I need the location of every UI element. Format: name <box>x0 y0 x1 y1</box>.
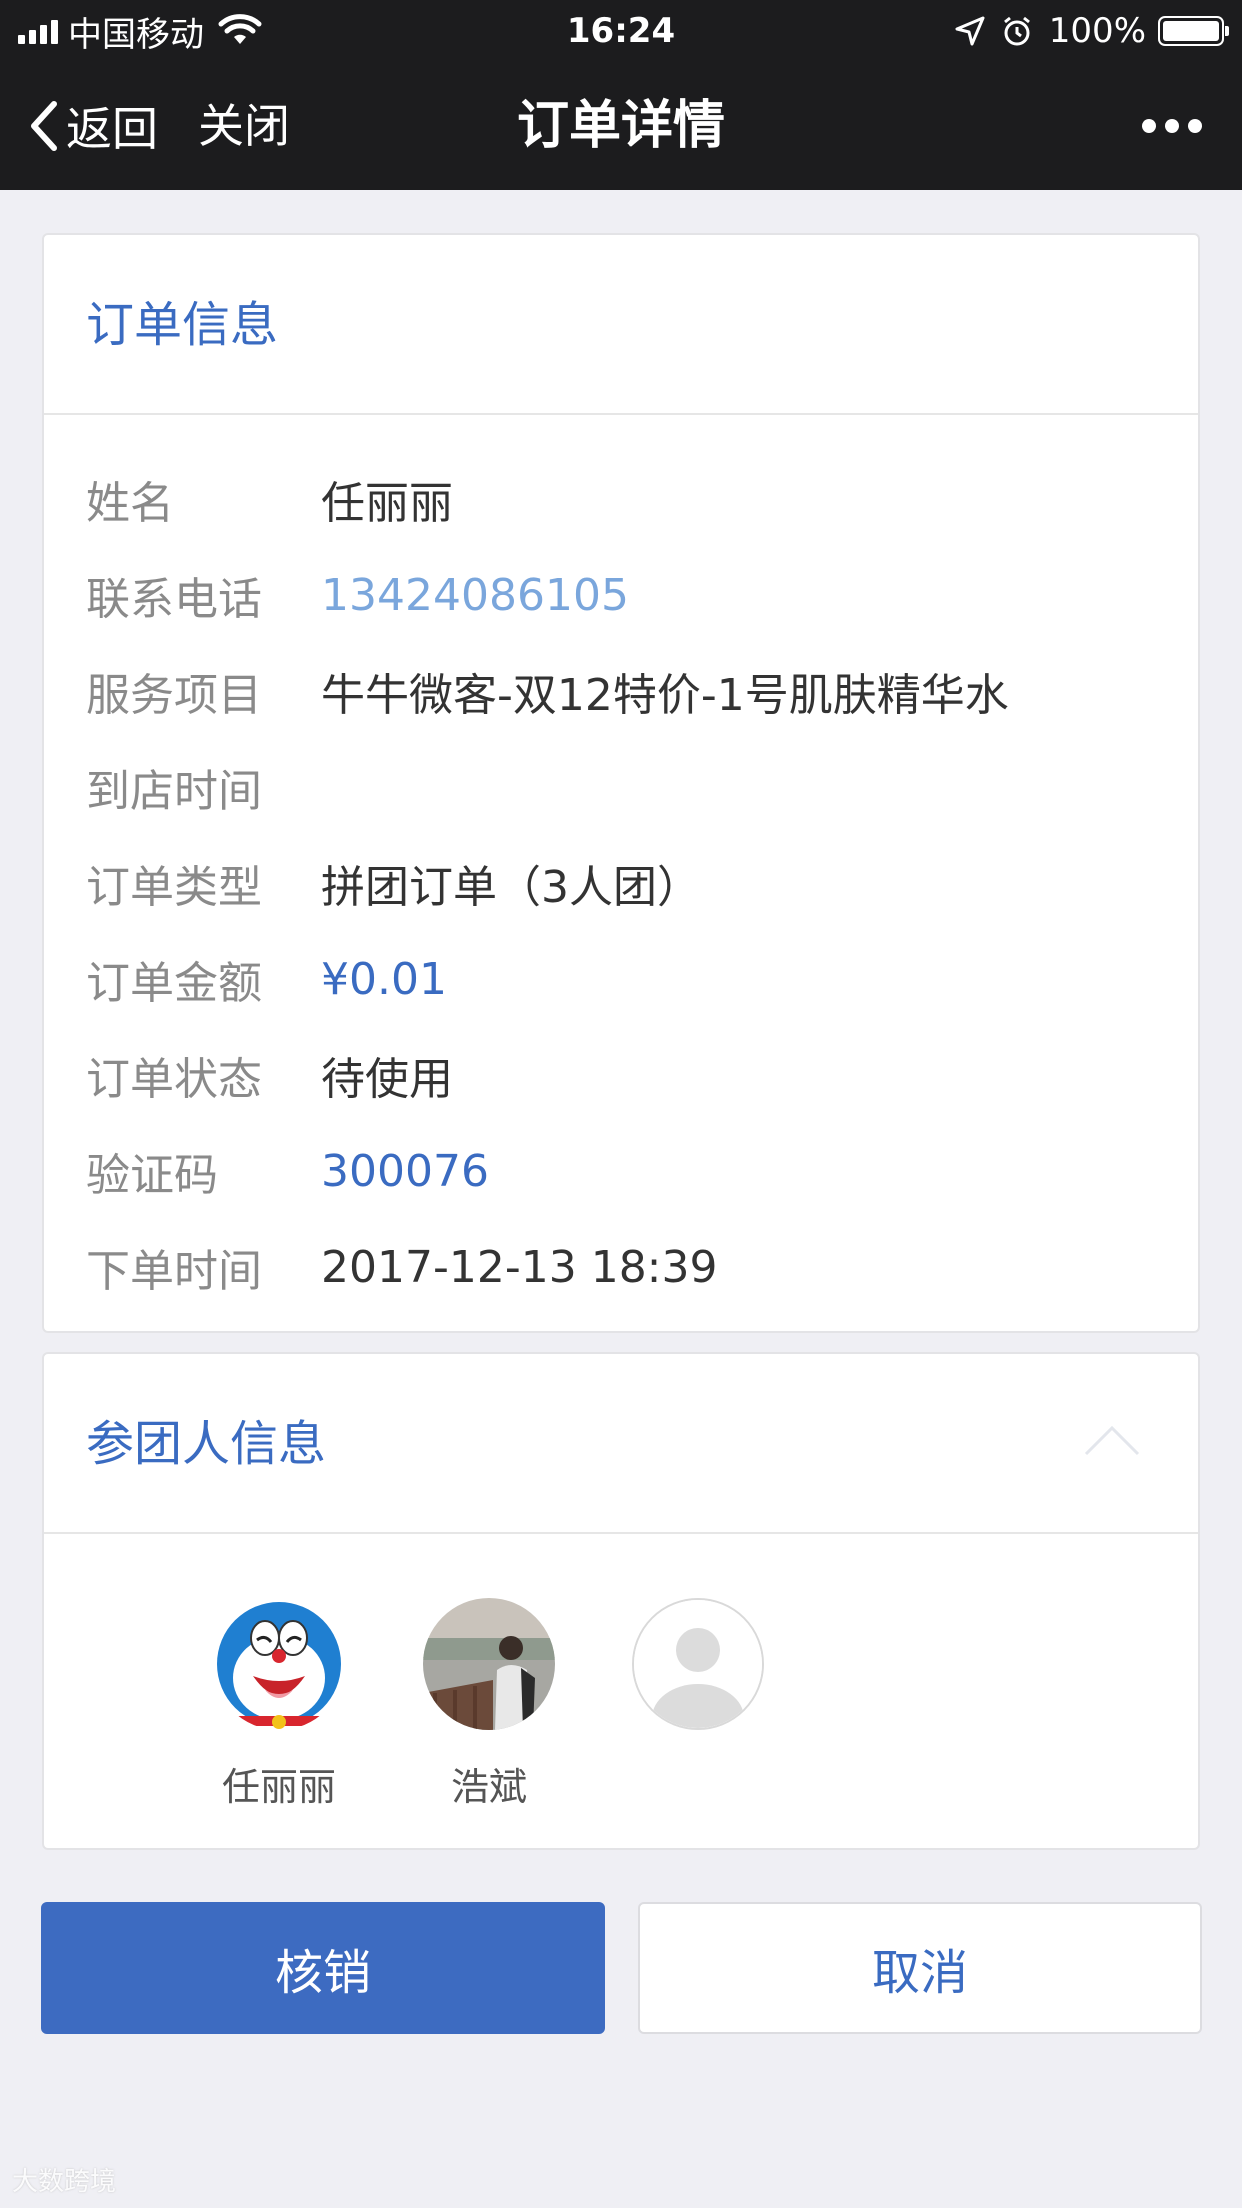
order-status: 待使用 <box>321 1054 453 1105</box>
phone-link[interactable]: 13424086105 <box>321 570 629 621</box>
info-label: 下单时间 <box>86 1246 262 1297</box>
location-icon <box>955 16 985 46</box>
more-dot-icon <box>1142 119 1156 133</box>
order-type: 拼团订单（3人团） <box>321 862 701 913</box>
member-name: 浩斌 <box>450 1765 527 1809</box>
more-options-button[interactable] <box>1142 62 1202 190</box>
battery-percent: 100% <box>1048 11 1146 51</box>
info-row-code: 验证码 300076 <box>44 1123 1198 1219</box>
info-row-amount: 订单金额 ¥0.01 <box>44 931 1198 1027</box>
chevron-left-icon <box>31 101 57 151</box>
avatar <box>213 1598 345 1730</box>
info-row-service: 服务项目 牛牛微客-双12特价-1号肌肤精华水 <box>44 643 1198 739</box>
info-label: 服务项目 <box>86 670 262 721</box>
order-info-header: 订单信息 <box>44 235 1198 415</box>
avatar <box>423 1598 555 1730</box>
info-row-name: 姓名 任丽丽 <box>44 451 1198 547</box>
battery-icon <box>1158 16 1229 46</box>
info-row-created: 下单时间 2017-12-13 18:39 <box>44 1219 1198 1315</box>
page-title: 订单详情 <box>516 96 725 156</box>
verify-button[interactable]: 核销 <box>41 1902 605 2034</box>
info-label: 到店时间 <box>86 766 262 817</box>
member-item[interactable]: 任丽丽 <box>189 1534 369 1811</box>
service-item: 牛牛微客-双12特价-1号肌肤精华水 <box>321 670 1009 721</box>
doraemon-avatar-icon <box>213 1598 345 1730</box>
status-right: 100% <box>955 0 1229 62</box>
chevron-up-icon[interactable] <box>1082 1422 1142 1458</box>
order-info-rows: 姓名 任丽丽 联系电话 13424086105 服务项目 牛牛微客-双12特价-… <box>44 415 1198 1315</box>
cancel-button[interactable]: 取消 <box>638 1902 1202 2034</box>
order-created-time: 2017-12-13 18:39 <box>321 1241 718 1293</box>
back-button[interactable]: 返回 <box>28 62 158 190</box>
group-members-header[interactable]: 参团人信息 <box>44 1354 1198 1534</box>
back-label: 返回 <box>66 102 158 156</box>
group-members-card: 参团人信息 任丽丽 浩斌 <box>42 1352 1200 1850</box>
order-info-card: 订单信息 姓名 任丽丽 联系电话 13424086105 服务项目 牛牛微客-双… <box>42 233 1200 1333</box>
avatar <box>632 1598 764 1730</box>
close-button[interactable]: 关闭 <box>198 62 290 190</box>
member-item[interactable]: 浩斌 <box>399 1534 579 1811</box>
default-avatar-icon <box>634 1600 762 1728</box>
order-info-title: 订单信息 <box>86 297 279 353</box>
info-row-type: 订单类型 拼团订单（3人团） <box>44 835 1198 931</box>
photo-avatar-icon <box>423 1598 555 1730</box>
info-label: 订单金额 <box>86 958 262 1009</box>
info-label: 联系电话 <box>86 574 262 625</box>
nav-bar: 返回 关闭 订单详情 <box>0 62 1242 190</box>
info-label: 订单类型 <box>86 862 262 913</box>
more-dot-icon <box>1188 119 1202 133</box>
order-amount: ¥0.01 <box>321 953 447 1005</box>
member-item[interactable] <box>608 1534 788 1756</box>
status-bar: 中国移动 16:24 100% <box>0 0 1242 62</box>
member-name: 任丽丽 <box>221 1765 336 1809</box>
info-row-status: 订单状态 待使用 <box>44 1027 1198 1123</box>
info-row-phone: 联系电话 13424086105 <box>44 547 1198 643</box>
customer-name: 任丽丽 <box>321 478 453 529</box>
info-label: 订单状态 <box>86 1054 262 1105</box>
info-label: 验证码 <box>86 1150 218 1201</box>
members-list: 任丽丽 浩斌 <box>44 1534 1198 1852</box>
group-members-title: 参团人信息 <box>86 1416 327 1472</box>
verification-code: 300076 <box>321 1145 489 1197</box>
watermark: 大数跨境 <box>12 2167 117 2197</box>
info-label: 姓名 <box>86 478 174 529</box>
alarm-icon <box>1003 16 1030 46</box>
more-dot-icon <box>1165 119 1179 133</box>
info-row-arrival: 到店时间 <box>44 739 1198 835</box>
